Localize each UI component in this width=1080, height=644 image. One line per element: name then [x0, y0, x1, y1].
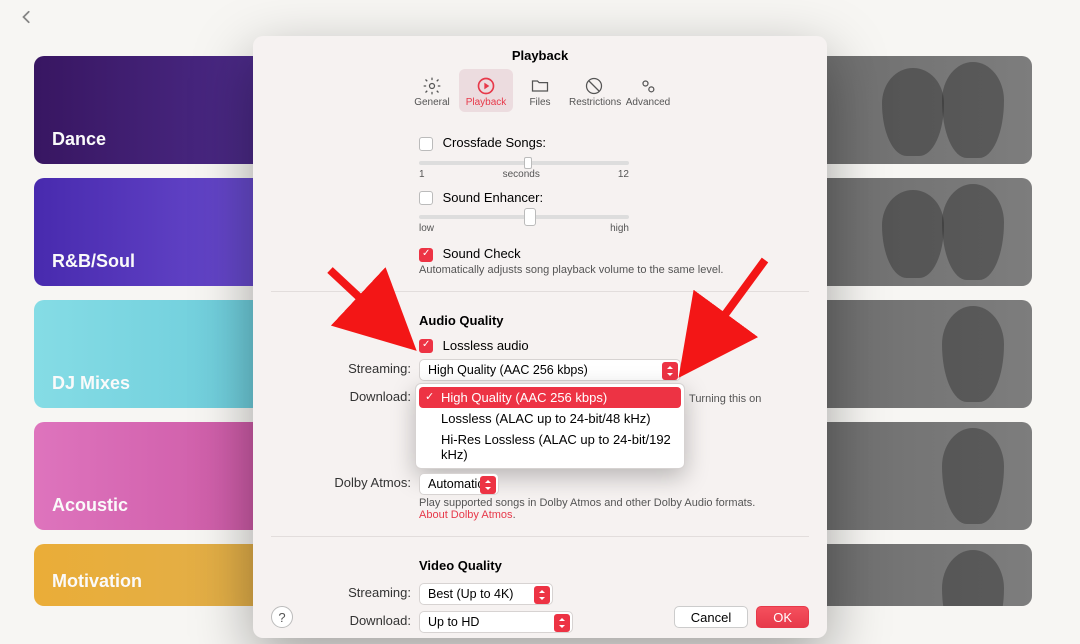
streaming-select[interactable]: High Quality (AAC 256 kbps) — [419, 359, 681, 381]
soundcheck-checkbox[interactable] — [419, 248, 433, 262]
dolby-label: Dolby Atmos: — [271, 473, 419, 490]
gear-icon — [407, 75, 457, 97]
caret-icon — [534, 586, 550, 604]
menu-item-lossless[interactable]: Lossless (ALAC up to 24-bit/48 kHz) — [419, 408, 681, 429]
menu-item-high-quality[interactable]: High Quality (AAC 256 kbps) — [419, 387, 681, 408]
no-entry-icon — [569, 75, 619, 97]
tab-advanced[interactable]: Advanced — [621, 69, 675, 112]
video-streaming-label: Streaming: — [271, 583, 419, 600]
streaming-label: Streaming: — [271, 359, 419, 376]
tab-files[interactable]: Files — [513, 69, 567, 112]
preferences-toolbar: General Playback Files Restrictions Adva… — [253, 69, 827, 122]
soundcheck-hint: Automatically adjusts song playback volu… — [419, 264, 759, 276]
lossless-checkbox[interactable] — [419, 339, 433, 353]
tab-restrictions[interactable]: Restrictions — [567, 69, 621, 112]
ok-button[interactable]: OK — [756, 606, 809, 628]
crossfade-checkbox[interactable] — [419, 137, 433, 151]
audio-quality-heading: Audio Quality — [419, 307, 809, 332]
download-hint: Turning this on — [689, 393, 827, 405]
gears-icon — [623, 75, 673, 97]
tab-playback[interactable]: Playback — [459, 69, 513, 112]
lossless-label: Lossless audio — [443, 338, 529, 353]
folder-icon — [515, 75, 565, 97]
caret-icon — [662, 362, 678, 380]
download-dropdown-menu: High Quality (AAC 256 kbps) Lossless (AL… — [415, 383, 685, 469]
cancel-button[interactable]: Cancel — [674, 606, 748, 628]
download-label: Download: — [271, 387, 419, 404]
enhancer-checkbox[interactable] — [419, 191, 433, 205]
play-circle-icon — [461, 75, 511, 97]
crossfade-slider[interactable] — [419, 161, 629, 165]
sheet-title: Playback — [253, 36, 827, 69]
dolby-select[interactable]: Automatic — [419, 473, 499, 495]
caret-icon — [480, 476, 496, 494]
video-streaming-select[interactable]: Best (Up to 4K) — [419, 583, 553, 605]
enhancer-label: Sound Enhancer: — [443, 190, 543, 205]
menu-item-hires[interactable]: Hi-Res Lossless (ALAC up to 24-bit/192 k… — [419, 429, 681, 465]
enhancer-slider[interactable] — [419, 215, 629, 219]
soundcheck-label: Sound Check — [443, 246, 521, 261]
video-quality-heading: Video Quality — [419, 552, 809, 577]
tab-general[interactable]: General — [405, 69, 459, 112]
dolby-hint: Play supported songs in Dolby Atmos and … — [419, 497, 759, 521]
dolby-link[interactable]: About Dolby Atmos — [419, 509, 513, 521]
crossfade-label: Crossfade Songs: — [443, 135, 546, 150]
preferences-sheet: Playback General Playback Files Restrict… — [253, 36, 827, 638]
